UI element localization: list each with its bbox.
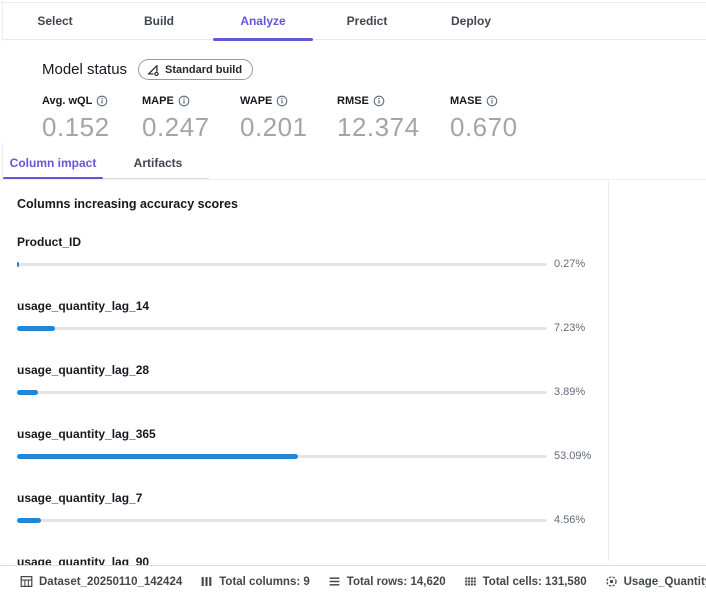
total-cells-item: Total cells: 131,580: [464, 575, 587, 588]
impact-row: usage_quantity_lag_7 4.56%: [17, 491, 706, 526]
impact-value: 53.09%: [554, 450, 592, 462]
column-impact-panel: Columns increasing accuracy scores Produ…: [0, 179, 706, 590]
impact-value: 4.56%: [554, 514, 586, 526]
tab-deploy[interactable]: Deploy: [419, 3, 523, 40]
metric-label: Avg. wQL: [42, 95, 93, 107]
metric-rmse: RMSE 12.374: [337, 95, 450, 143]
tab-build[interactable]: Build: [107, 3, 211, 40]
info-icon[interactable]: [373, 95, 385, 107]
metric-avg-wql: Avg. wQL 0.152: [42, 95, 142, 143]
metric-mase: MASE 0.670: [450, 95, 518, 143]
metric-value: 12.374: [337, 112, 420, 142]
column-label: usage_quantity_lag_14: [17, 299, 150, 313]
build-ruler-gear-icon: [146, 63, 160, 77]
impact-bar-track: [17, 325, 547, 331]
column-label: usage_quantity_lag_365: [17, 427, 156, 441]
impact-row: usage_quantity_lag_28 3.89%: [17, 363, 706, 398]
cells-grid-icon: [464, 575, 477, 588]
metric-value: 0.247: [142, 112, 210, 142]
impact-rows: Product_ID 0.27% usage_quantity_lag_14 7…: [17, 235, 706, 590]
total-rows-label: Total rows: 14,620: [346, 575, 446, 588]
info-icon[interactable]: [178, 95, 190, 107]
impact-value: 7.23%: [554, 322, 586, 334]
dataset-name-item: Dataset_20250110_142424: [20, 575, 182, 588]
dataset-status-bar: Dataset_20250110_142424 Total columns: 9…: [0, 565, 706, 597]
impact-bar-track: [17, 453, 547, 459]
model-status-title: Model status: [42, 61, 128, 78]
metric-label: MAPE: [142, 95, 174, 107]
impact-bar-track: [17, 261, 547, 267]
info-icon[interactable]: [486, 95, 498, 107]
standard-build-badge: Standard build: [138, 59, 254, 80]
target-column-label: Usage_Quantity: [623, 575, 706, 588]
metrics-row: Avg. wQL 0.152 MAPE 0.247 WAPE 0.201 RMS…: [42, 95, 706, 143]
panel-divider: [608, 181, 609, 561]
dataset-name-label: Dataset_20250110_142424: [39, 575, 183, 588]
workflow-tabs: Select Build Analyze Predict Deploy: [3, 3, 706, 41]
metric-label: WAPE: [240, 95, 273, 107]
target-icon: [605, 575, 618, 588]
standard-build-label: Standard build: [165, 63, 243, 76]
tab-select[interactable]: Select: [3, 3, 107, 40]
dataset-table-icon: [20, 575, 33, 588]
column-label: usage_quantity_lag_28: [17, 363, 150, 377]
tab-predict[interactable]: Predict: [315, 3, 419, 40]
column-label: usage_quantity_lag_7: [17, 491, 143, 505]
impact-row: Product_ID 0.27%: [17, 235, 706, 270]
analysis-sub-tabs: Column impact Artifacts: [3, 150, 209, 180]
metric-value: 0.152: [42, 112, 110, 142]
info-icon[interactable]: [96, 95, 108, 107]
total-columns-item: Total columns: 9: [200, 575, 310, 588]
metric-value: 0.670: [450, 112, 518, 142]
info-icon[interactable]: [276, 95, 288, 107]
target-column-item: Usage_Quantity: [605, 575, 706, 588]
impact-row: usage_quantity_lag_365 53.09%: [17, 427, 706, 462]
chart-title: Columns increasing accuracy scores: [17, 197, 238, 211]
impact-value: 0.27%: [554, 258, 586, 270]
metric-wape: WAPE 0.201: [240, 95, 337, 143]
metric-label: RMSE: [337, 95, 369, 107]
impact-row: usage_quantity_lag_14 7.23%: [17, 299, 706, 334]
total-rows-item: Total rows: 14,620: [328, 575, 446, 588]
impact-bar-track: [17, 517, 547, 523]
impact-bar-fill: [17, 453, 299, 459]
tab-column-impact[interactable]: Column impact: [3, 150, 103, 180]
impact-bar-fill: [17, 325, 56, 331]
metric-value: 0.201: [240, 112, 308, 142]
impact-bar-fill: [17, 517, 42, 523]
rows-icon: [328, 575, 341, 588]
impact-bar-track: [17, 389, 547, 395]
metric-mape: MAPE 0.247: [142, 95, 240, 143]
impact-bar-fill: [17, 261, 19, 267]
total-cells-label: Total cells: 131,580: [482, 575, 587, 588]
model-status-section: Model status Standard build Avg. wQL 0.1…: [0, 41, 706, 143]
tab-artifacts[interactable]: Artifacts: [108, 150, 208, 179]
impact-value: 3.89%: [554, 386, 586, 398]
tab-analyze[interactable]: Analyze: [211, 3, 315, 41]
columns-icon: [200, 575, 213, 588]
column-label: Product_ID: [17, 235, 82, 249]
metric-label: MASE: [450, 95, 482, 107]
total-columns-label: Total columns: 9: [219, 575, 310, 588]
impact-bar-fill: [17, 389, 38, 395]
